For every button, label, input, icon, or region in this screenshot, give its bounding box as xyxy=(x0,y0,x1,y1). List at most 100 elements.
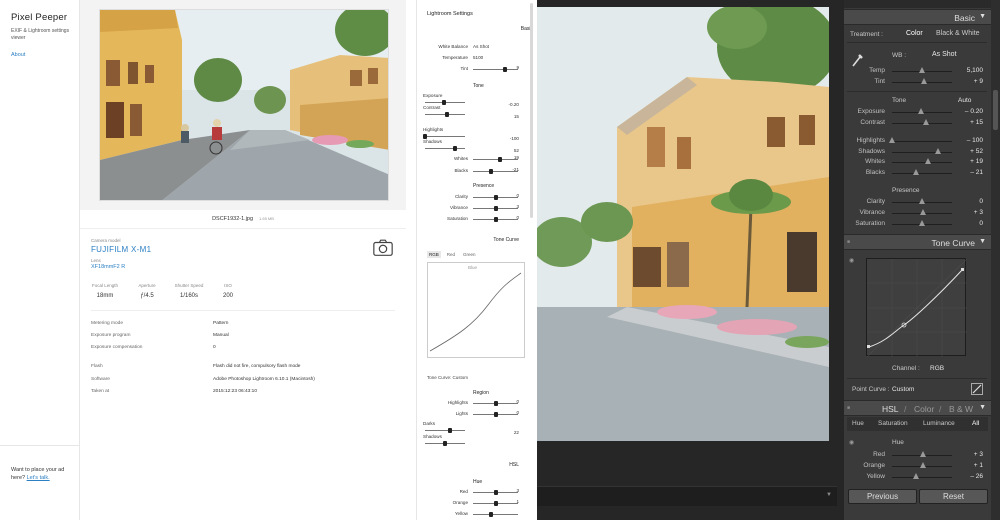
wb-value-dropdown[interactable]: As Shot xyxy=(932,51,957,58)
slider-value[interactable]: – 0.20 xyxy=(965,108,983,115)
ad-link[interactable]: Let's talk. xyxy=(27,475,50,481)
slider-value[interactable]: 0 xyxy=(979,198,983,205)
panel-scrollbar[interactable] xyxy=(991,0,1000,520)
auto-tone-button[interactable]: Auto xyxy=(958,97,971,104)
tab-green[interactable]: Green xyxy=(461,251,478,258)
tab-hue[interactable]: Hue xyxy=(852,420,864,427)
tab-hsl[interactable]: HSL xyxy=(882,404,899,414)
panel-switch-icon[interactable]: ■ xyxy=(847,405,850,411)
lens-link[interactable]: XF18mmF2 R xyxy=(91,264,125,270)
slider-thumb[interactable] xyxy=(913,473,919,479)
tab-red[interactable]: Red xyxy=(445,251,457,258)
slider-thumb[interactable] xyxy=(920,78,927,84)
slider-shadows[interactable]: Shadows + 52 xyxy=(844,147,991,157)
slider-value[interactable]: – 21 xyxy=(970,169,983,176)
target-adjust-icon[interactable]: ◉ xyxy=(849,257,854,264)
slider-value[interactable]: + 52 xyxy=(970,148,983,155)
slider-thumb[interactable] xyxy=(919,198,925,204)
tab-blue[interactable]: Blue xyxy=(468,265,477,270)
slider-track[interactable] xyxy=(892,477,952,478)
chevron-down-icon[interactable]: ▼ xyxy=(826,492,832,498)
reset-button[interactable]: Reset xyxy=(919,489,988,504)
slider-highlights[interactable]: Highlights – 100 xyxy=(844,136,991,146)
slider-track[interactable] xyxy=(892,173,952,174)
basic-panel-header[interactable]: Basic ▼ xyxy=(844,9,991,25)
tab-luminance[interactable]: Luminance xyxy=(923,420,955,427)
scrollbar-grip[interactable] xyxy=(993,90,998,130)
detail-label: Metering mode xyxy=(91,321,123,326)
file-name-text: DSCF1932-1.jpg xyxy=(212,216,254,222)
slider-thumb[interactable] xyxy=(920,451,927,457)
tone-curve-panel-header[interactable]: ■ Tone Curve ▼ xyxy=(844,234,991,250)
slider-value[interactable]: + 3 xyxy=(974,451,983,458)
channel-dropdown[interactable]: RGB xyxy=(930,365,944,372)
tab-rgb[interactable]: RGB xyxy=(427,251,441,258)
slider-clarity[interactable]: Clarity 0 xyxy=(844,197,991,207)
target-adjust-icon[interactable]: ◉ xyxy=(849,439,854,446)
tab-color[interactable]: Color xyxy=(914,404,934,414)
section-tone: Tone xyxy=(473,83,484,89)
slider-thumb[interactable] xyxy=(919,462,926,468)
slider-temp[interactable]: Temp 5,100 xyxy=(844,66,991,76)
slider-vibrance[interactable]: Vibrance + 3 xyxy=(844,208,991,218)
point-curve-dropdown[interactable]: Custom xyxy=(892,386,914,393)
wb-label: WB : xyxy=(892,52,907,59)
detail-label: Exposure compensation xyxy=(91,345,143,350)
slider-value[interactable]: – 26 xyxy=(970,473,983,480)
lightroom-window: ▼ Basic ▼ Treatment : Color Black & Whit… xyxy=(537,0,1000,520)
slider-thumb[interactable] xyxy=(913,169,919,175)
tab-all[interactable]: All xyxy=(972,420,979,427)
slider-contrast[interactable]: Contrast + 15 xyxy=(844,118,991,128)
edit-curve-icon[interactable] xyxy=(971,383,983,395)
slider-value[interactable]: + 15 xyxy=(970,119,983,126)
setting-highlights: Highlights -100 xyxy=(417,127,529,141)
slider-whites[interactable]: Whites + 19 xyxy=(844,157,991,167)
photo-thumbnail[interactable] xyxy=(99,9,389,201)
slider-value[interactable]: + 9 xyxy=(974,78,983,85)
slider-hue-orange[interactable]: Orange + 1 xyxy=(844,461,991,471)
settings-scrollbar[interactable] xyxy=(530,3,533,218)
panel-switch-icon[interactable]: ■ xyxy=(847,239,850,245)
tone-curve-editor[interactable] xyxy=(866,258,968,358)
about-link[interactable]: About xyxy=(11,52,25,58)
tab-bw[interactable]: B & W xyxy=(949,404,973,414)
treatment-color-option[interactable]: Color xyxy=(906,30,923,37)
slider-track[interactable] xyxy=(892,152,952,153)
slider-thumb[interactable] xyxy=(922,119,929,125)
slider-saturation[interactable]: Saturation 0 xyxy=(844,219,991,229)
exif-aperture: Aperture ƒ/4.5 xyxy=(125,283,169,299)
setting-region-shadows: Shadows xyxy=(417,434,529,446)
slider-tint[interactable]: Tint + 9 xyxy=(844,77,991,87)
hsl-panel-header[interactable]: ■ HSL / Color / B & W ▼ xyxy=(844,400,991,416)
setting-hue-yellow: Yellow xyxy=(417,511,529,519)
slider-hue-red[interactable]: Red + 3 xyxy=(844,450,991,460)
divider xyxy=(847,378,987,379)
slider-thumb[interactable] xyxy=(925,158,931,164)
slider-thumb[interactable] xyxy=(917,108,924,114)
slider-track[interactable] xyxy=(892,141,952,142)
slider-value[interactable]: + 19 xyxy=(970,158,983,165)
camera-model-link[interactable]: FUJIFILM X-M1 xyxy=(91,245,151,254)
slider-value[interactable]: 5,100 xyxy=(967,67,983,74)
brand-logo[interactable]: Pixel Peeper xyxy=(11,12,67,23)
tab-saturation[interactable]: Saturation xyxy=(878,420,908,427)
slider-label: Contrast xyxy=(860,119,885,126)
slider-value[interactable]: – 100 xyxy=(967,137,983,144)
slider-value[interactable]: + 1 xyxy=(974,462,983,469)
detail-value: 0 xyxy=(213,345,216,350)
slider-exposure[interactable]: Exposure – 0.20 xyxy=(844,107,991,117)
slider-hue-yellow[interactable]: Yellow – 26 xyxy=(844,472,991,482)
slider-value[interactable]: + 3 xyxy=(974,209,983,216)
slider-thumb[interactable] xyxy=(920,209,927,215)
setting-value: As Shot xyxy=(473,44,490,49)
slider-blacks[interactable]: Blacks – 21 xyxy=(844,168,991,178)
slider-thumb[interactable] xyxy=(919,67,925,73)
slider-label: Highlights xyxy=(856,137,885,144)
slider-track[interactable] xyxy=(892,162,952,163)
slider-thumb[interactable] xyxy=(919,220,925,226)
previous-button[interactable]: Previous xyxy=(848,489,917,504)
slider-thumb[interactable] xyxy=(934,148,941,154)
slider-value[interactable]: 0 xyxy=(979,220,983,227)
treatment-bw-option[interactable]: Black & White xyxy=(936,30,980,37)
slider-thumb[interactable] xyxy=(889,137,895,143)
